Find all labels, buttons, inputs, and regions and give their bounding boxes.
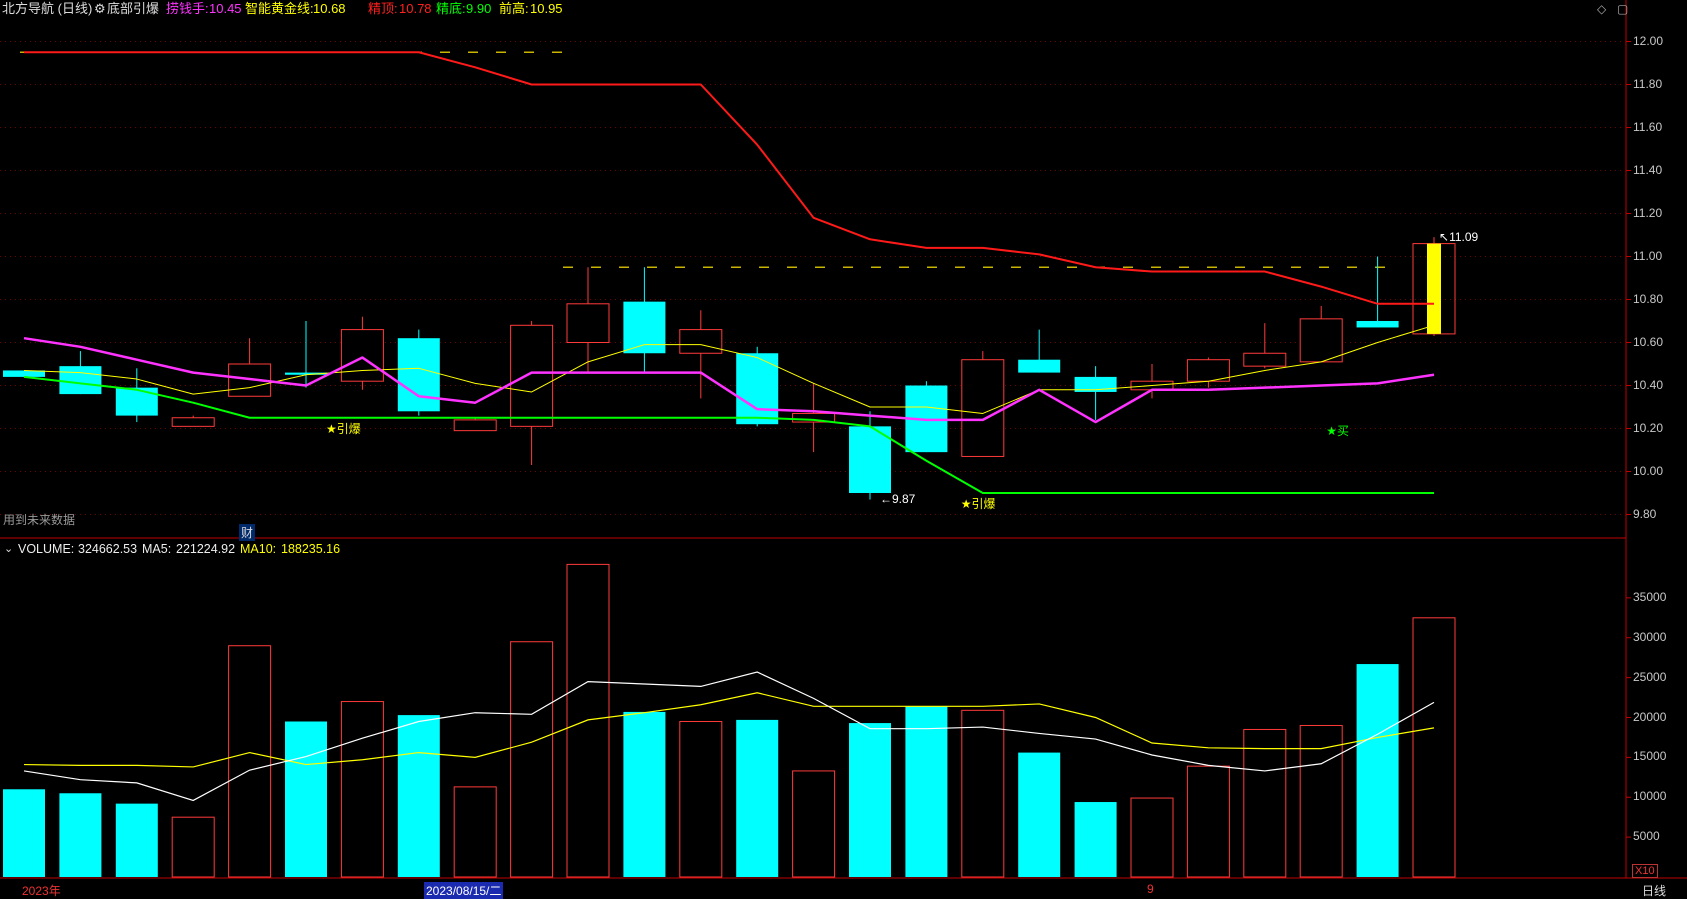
candle-body <box>1299 318 1343 363</box>
ignite-signal: ★引爆 <box>326 421 361 436</box>
ma10-value: 188235.16 <box>281 542 341 556</box>
volume-tick-label: 10000 <box>1633 789 1667 804</box>
volume-ma10-line <box>23 692 1435 768</box>
candle-body <box>171 417 215 427</box>
volume-bar <box>1018 752 1061 877</box>
candle-body <box>340 329 384 382</box>
candle-body <box>1356 321 1399 328</box>
volume-label: VOLUME: <box>18 542 75 556</box>
jingding-line <box>24 51 1434 305</box>
laoqianshou-label: 捞钱手: <box>166 1 209 16</box>
volume-bar <box>623 711 666 877</box>
jingdi-label: 精底: <box>436 1 466 16</box>
golden-line-label: 智能黄金线: <box>245 1 314 16</box>
volume-bar <box>171 816 215 878</box>
price-tick-label: 11.80 <box>1633 76 1663 91</box>
prev-high-value: 10.95 <box>530 1 563 16</box>
volume-bar <box>736 719 779 877</box>
volume-tick-label: 35000 <box>1633 589 1667 604</box>
ma5-value: 221224.92 <box>176 542 236 556</box>
candle-body <box>115 387 158 416</box>
volume-bar <box>340 701 384 878</box>
price-tick-label: 9.80 <box>1633 506 1657 521</box>
buy-signal: ★买 <box>1326 423 1349 438</box>
diamond-icon[interactable]: ◇ <box>1597 2 1606 16</box>
volume-bar <box>285 721 327 877</box>
x-axis-year: 2023年 <box>22 884 61 898</box>
ma5-label: MA5: <box>142 542 172 556</box>
volume-tick-label: 25000 <box>1633 669 1667 684</box>
volume-tick-label: 5000 <box>1633 829 1660 844</box>
golden-line-value: 10.68 <box>313 1 346 16</box>
volume-bar <box>1412 617 1456 878</box>
volume-tick-label: 15000 <box>1633 749 1667 764</box>
laoqianshou-value: 10.45 <box>209 1 242 16</box>
stock-title[interactable]: 北方导航 (日线) <box>2 0 92 18</box>
low-price-label: ←9.87 <box>880 492 916 507</box>
price-tick-label: 11.40 <box>1633 162 1663 177</box>
candle-body <box>961 359 1005 457</box>
candle-body <box>59 366 102 395</box>
volume-bar <box>792 770 836 878</box>
volume-tick-label: 30000 <box>1633 629 1667 644</box>
x10-button[interactable]: X10 <box>1632 864 1658 878</box>
volume-bar <box>1074 802 1117 877</box>
jingdi-value: 9.90 <box>466 1 492 16</box>
future-data-note: 用到未来数据 <box>3 513 76 527</box>
period-label[interactable]: 日线 <box>1642 882 1666 899</box>
price-tick-label: 10.20 <box>1633 420 1664 435</box>
chart-header: 北方导航 (日线) ⚙ 底部引爆 捞钱手: 10.45 智能黄金线: 10.68… <box>0 0 1687 20</box>
candle-body <box>1018 359 1061 373</box>
volume-bar <box>397 715 440 877</box>
volume-value: 324662.53 <box>78 542 138 556</box>
ma10-label: MA10: <box>240 542 277 556</box>
ignite-signal: ★引爆 <box>960 497 996 511</box>
volume-bar <box>679 720 723 878</box>
price-tick-label: 10.00 <box>1633 463 1664 478</box>
volume-bar <box>59 793 102 877</box>
volume-tick-label: 20000 <box>1633 709 1667 724</box>
volume-bar <box>1243 728 1287 878</box>
candle-body <box>566 303 610 343</box>
price-tick-label: 11.20 <box>1633 205 1663 220</box>
volume-bar <box>115 803 158 877</box>
candle-body <box>397 338 440 412</box>
price-tick-label: 11.00 <box>1633 248 1663 263</box>
volume-bar <box>1356 664 1399 877</box>
price-tick-label: 10.60 <box>1633 334 1664 349</box>
price-tick-label: 11.60 <box>1633 119 1663 134</box>
candle-body <box>510 324 554 427</box>
volume-ma5-line <box>23 671 1435 802</box>
volume-bar <box>453 786 497 878</box>
x-axis-cursor-date: 2023/08/15/二 <box>424 882 504 899</box>
candle-body <box>453 419 497 432</box>
volume-bar <box>566 563 610 878</box>
kline-chart[interactable] <box>0 0 1687 899</box>
prev-high-label: 前高: <box>499 1 529 16</box>
volume-bar <box>1186 765 1230 878</box>
jingding-label: 精顶: <box>368 1 398 16</box>
volume-bar <box>849 723 891 877</box>
volume-bar <box>510 641 554 878</box>
candle-body <box>1243 352 1287 367</box>
gear-icon[interactable]: ⚙ <box>94 0 106 18</box>
finance-marker[interactable]: 财 <box>239 524 256 541</box>
price-tick-label: 10.40 <box>1633 377 1664 392</box>
candle-body-highlight <box>1427 243 1441 334</box>
x-axis-month: 9 <box>1147 882 1154 896</box>
maximize-icon[interactable]: ▢ <box>1617 2 1628 16</box>
price-tick-label: 10.80 <box>1633 291 1664 306</box>
price-tick-label: 12.00 <box>1633 33 1664 48</box>
high-price-label: ↖11.09 <box>1439 230 1479 245</box>
jingding-value: 10.78 <box>399 1 432 16</box>
collapse-icon[interactable]: ⌄ <box>4 540 13 558</box>
volume-bar <box>961 709 1005 878</box>
indicator-name[interactable]: 底部引爆 <box>107 0 159 18</box>
volume-bar <box>3 789 45 877</box>
candle-body <box>623 301 666 354</box>
volume-bar <box>1130 797 1174 878</box>
volume-bar <box>905 706 948 877</box>
candle-body <box>679 329 723 354</box>
volume-bar <box>228 645 272 878</box>
